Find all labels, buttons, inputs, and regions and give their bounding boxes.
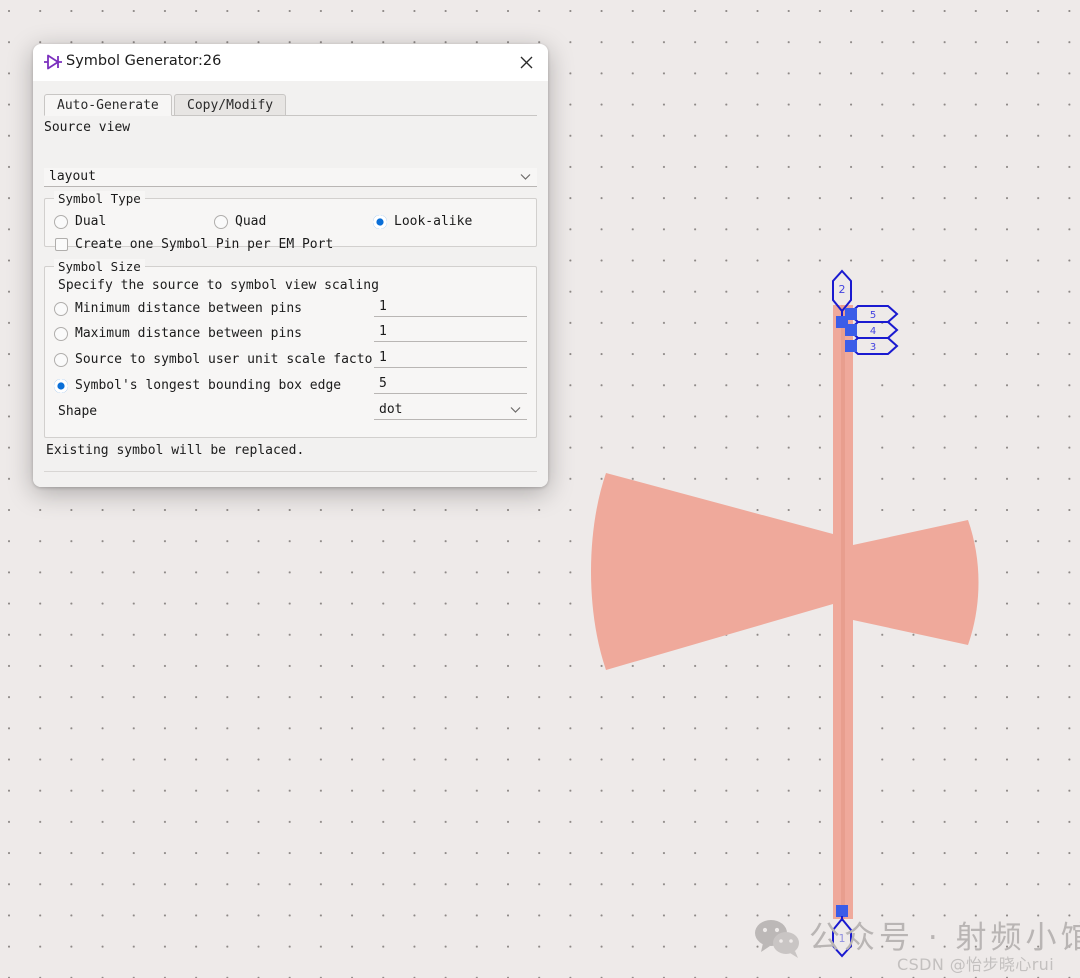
scale-factor-input[interactable]: 1	[374, 349, 527, 368]
chevron-down-icon	[520, 173, 531, 181]
radio-source-to-symbol-scale-factor-label: Source to symbol user unit scale factor	[75, 352, 380, 367]
radio-dual[interactable]	[54, 215, 68, 229]
radio-longest-bounding-box-edge-label: Symbol's longest bounding box edge	[75, 378, 341, 393]
dialog-title: Symbol Generator:26	[66, 53, 221, 69]
dialog-body: Auto-Generate Copy/Modify Source view la…	[33, 81, 548, 487]
port-marker-5: 5	[845, 306, 897, 322]
dialog-titlebar[interactable]: Symbol Generator:26	[33, 44, 548, 81]
symbol-size-group: Symbol Size Specify the source to symbol…	[44, 266, 537, 438]
symbol-type-group-title: Symbol Type	[54, 191, 145, 206]
min-distance-input[interactable]: 1	[374, 298, 527, 317]
symbol-generator-dialog[interactable]: Symbol Generator:26 Auto-Generate Copy/M…	[33, 44, 548, 487]
source-view-label: Source view	[44, 120, 130, 135]
radio-source-to-symbol-scale-factor[interactable]	[54, 353, 68, 367]
bowtie-left	[591, 473, 833, 670]
close-icon	[520, 56, 533, 69]
status-note: Existing symbol will be replaced.	[46, 443, 304, 458]
shape-label: Shape	[58, 404, 97, 419]
tab-auto-generate-label: Auto-Generate	[57, 98, 159, 113]
svg-text:1: 1	[839, 932, 846, 945]
radio-look-alike-label: Look-alike	[394, 214, 472, 229]
bounding-box-edge-input[interactable]: 5	[374, 375, 527, 394]
svg-text:3: 3	[870, 342, 876, 353]
port-marker-3: 3	[845, 338, 897, 354]
radio-quad-label: Quad	[235, 214, 266, 229]
source-view-combobox[interactable]: layout	[44, 168, 537, 187]
radio-quad[interactable]	[214, 215, 228, 229]
checkbox-one-pin-per-em-port-label: Create one Symbol Pin per EM Port	[75, 237, 333, 252]
chevron-down-icon	[510, 406, 521, 414]
button-bar-separator	[44, 471, 537, 472]
max-distance-input[interactable]: 1	[374, 323, 527, 342]
checkbox-one-pin-per-em-port[interactable]	[55, 238, 68, 251]
close-button[interactable]	[512, 49, 540, 75]
tab-copy-modify-label: Copy/Modify	[187, 98, 273, 113]
radio-min-distance-between-pins-label: Minimum distance between pins	[75, 301, 302, 316]
tab-auto-generate[interactable]: Auto-Generate	[44, 94, 172, 116]
radio-max-distance-between-pins-label: Maximum distance between pins	[75, 326, 302, 341]
feed-strip-centerline	[841, 305, 845, 919]
radio-max-distance-between-pins[interactable]	[54, 327, 68, 341]
radio-dual-label: Dual	[75, 214, 106, 229]
symbol-size-description: Specify the source to symbol view scalin…	[58, 278, 379, 293]
svg-text:4: 4	[870, 326, 876, 337]
source-view-value: layout	[49, 169, 96, 184]
radio-min-distance-between-pins[interactable]	[54, 302, 68, 316]
shape-value: dot	[379, 402, 402, 417]
radio-longest-bounding-box-edge[interactable]	[54, 379, 68, 393]
svg-text:2: 2	[839, 283, 846, 296]
radio-look-alike[interactable]	[373, 215, 387, 229]
symbol-generator-icon	[43, 53, 63, 71]
tab-copy-modify[interactable]: Copy/Modify	[174, 94, 286, 116]
port-marker-4: 4	[845, 322, 897, 338]
svg-text:5: 5	[870, 310, 876, 321]
shape-combobox[interactable]: dot	[374, 401, 527, 420]
bowtie-right	[853, 520, 979, 645]
symbol-type-group: Symbol Type Dual Quad Look-alike Create …	[44, 198, 537, 247]
symbol-size-group-title: Symbol Size	[54, 259, 145, 274]
